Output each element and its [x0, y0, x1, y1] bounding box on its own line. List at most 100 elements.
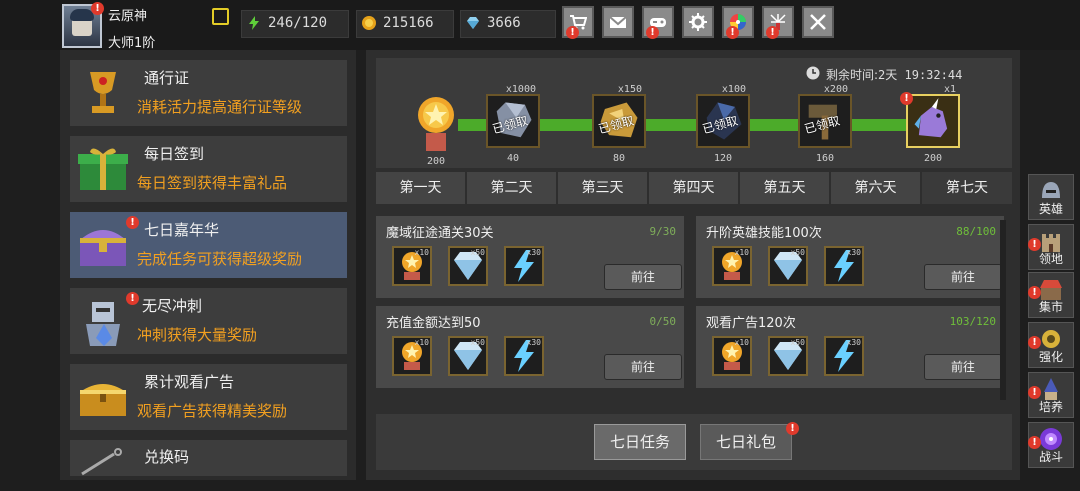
reward-quantity: x10 [734, 248, 749, 257]
milestone-reward[interactable]: x200 已领取 160 [798, 84, 852, 164]
tab-day-3[interactable]: 第三天 [558, 172, 647, 204]
reward-quantity: x10 [414, 338, 429, 347]
gold-value: 215166 [383, 15, 434, 31]
energy-icon [249, 16, 259, 30]
day-tabs: 第一天 第二天 第三天 第四天 第五天 第六天 第七天 [376, 172, 1012, 204]
quest-reward[interactable]: x30 [504, 246, 544, 286]
milestone-reward[interactable]: x1000 已领取 40 [486, 84, 540, 164]
reward-quantity: x10 [734, 338, 749, 347]
reward-quantity: x30 [846, 338, 861, 347]
quest-title: 魔域征途通关30关 [386, 226, 494, 241]
quest-reward[interactable]: x10 [712, 246, 752, 286]
reward-points: 40 [506, 153, 520, 164]
games-alert-badge: ! [646, 26, 659, 39]
mail-button[interactable] [602, 6, 634, 38]
bottom-tab-bar [376, 414, 1012, 470]
quest-list: 魔域征途通关30关 9/30 x10 x50 x30 前往 升阶英雄技能100次 88/100… [376, 212, 1012, 404]
settings-button[interactable] [682, 6, 714, 38]
tab-day-5[interactable]: 第五天 [740, 172, 829, 204]
battle-button[interactable] [802, 6, 834, 38]
knight-icon [86, 302, 120, 346]
quest-reward[interactable]: x50 [768, 336, 808, 376]
diamond-icon [467, 17, 479, 29]
quest-reward[interactable]: x30 [824, 336, 864, 376]
quest-card: 魔域征途通关30关 9/30 x10 x50 x30 前往 [376, 216, 684, 298]
settings-icon [689, 13, 707, 31]
milestone-reward[interactable]: x1 200 [906, 84, 960, 164]
tab-seven-day-tasks[interactable]: 七日任务 [594, 424, 686, 460]
go-button[interactable]: 前往 [604, 354, 682, 380]
sprint-alert-badge: ! [126, 292, 139, 305]
tab-day-2[interactable]: 第二天 [467, 172, 556, 204]
reward-points: 120 [713, 153, 733, 164]
event-item-endless-sprint[interactable]: 无尽冲刺 冲刺获得大量奖励 [70, 288, 347, 354]
reward-quantity: x50 [790, 338, 805, 347]
player-name: 云原神 [108, 9, 148, 24]
nav-helmet[interactable]: 英雄 [1028, 174, 1074, 220]
reward-points: 200 [923, 153, 943, 164]
event-title: 七日嘉年华 [144, 221, 220, 239]
event-subtitle: 每日签到获得丰富礼品 [137, 174, 288, 192]
event-item-pass[interactable]: 通行证 消耗活力提高通行证等级 [70, 60, 347, 126]
clock-icon [806, 66, 820, 80]
quest-reward[interactable]: x30 [824, 246, 864, 286]
tab-day-4[interactable]: 第四天 [649, 172, 738, 204]
gold-chest-icon [80, 384, 126, 416]
avatar-alert-badge: ! [91, 2, 104, 15]
reward-quantity: x30 [526, 338, 541, 347]
go-button[interactable]: 前往 [604, 264, 682, 290]
tab-day-6[interactable]: 第六天 [831, 172, 920, 204]
event-item-redeem-code[interactable]: 兑换码 [70, 440, 347, 476]
energy-resource: 246/120 [241, 10, 349, 38]
reward-quantity: x10 [414, 248, 429, 257]
chalice-icon [90, 72, 116, 113]
quest-card: 升阶英雄技能100次 88/100 x10 x50 x30 前往 [696, 216, 1004, 298]
quest-progress: 0/50 [649, 315, 677, 328]
quest-reward[interactable]: x10 [712, 336, 752, 376]
quest-reward[interactable]: x50 [448, 246, 488, 286]
gift-alert-badge: ! [786, 422, 799, 435]
go-button[interactable]: 前往 [924, 354, 1002, 380]
quest-reward[interactable]: x10 [392, 336, 432, 376]
start-points: 200 [426, 156, 446, 167]
quest-reward[interactable]: x50 [448, 336, 488, 376]
event-title: 兑换码 [144, 448, 190, 466]
edit-name-icon[interactable] [212, 8, 229, 25]
nav-label: 强化 [1038, 350, 1063, 364]
nav-alert-badge: ! [1028, 436, 1041, 449]
gold-coin-icon [362, 16, 376, 30]
tab-seven-day-gift[interactable]: 七日礼包 [700, 424, 792, 460]
nav-label: 集市 [1038, 300, 1063, 314]
quest-reward[interactable]: x10 [392, 246, 432, 286]
milestone-reward[interactable]: x150 已领取 80 [592, 84, 646, 164]
quest-progress: 9/30 [649, 225, 677, 238]
quest-card: 充值金额达到50 0/50 x10 x50 x30 前往 [376, 306, 684, 388]
reward-quantity: x1 [943, 84, 956, 95]
trophy-milestone-icon [418, 97, 454, 151]
quest-progress: 88/100 [956, 225, 996, 238]
quest-scrollbar[interactable] [1000, 220, 1006, 400]
quest-reward[interactable]: x50 [768, 246, 808, 286]
go-button[interactable]: 前往 [924, 264, 1002, 290]
nav-alert-badge: ! [1028, 386, 1041, 399]
quest-title: 升阶英雄技能100次 [706, 226, 822, 241]
event-title: 通行证 [144, 69, 190, 87]
event-subtitle: 消耗活力提高通行证等级 [137, 98, 303, 116]
event-subtitle: 观看广告获得精美奖励 [137, 402, 288, 420]
quest-progress: 103/120 [949, 315, 996, 328]
quest-reward[interactable]: x30 [504, 336, 544, 376]
energy-value: 246/120 [268, 15, 328, 31]
reward-quantity: x50 [470, 248, 485, 257]
milestone-reward[interactable]: x100 已领取 120 [696, 84, 750, 164]
carnival-alert-badge: ! [126, 216, 139, 229]
green-gift-icon [78, 148, 128, 190]
nav-alert-badge: ! [1028, 336, 1041, 349]
tab-day-1[interactable]: 第一天 [376, 172, 465, 204]
event-item-ad-watch[interactable]: 累计观看广告 观看广告获得精美奖励 [70, 364, 347, 430]
purple-unicorn-icon [914, 98, 948, 138]
key-icon [81, 448, 122, 476]
tab-day-7[interactable]: 第七天 [922, 172, 1012, 204]
event-item-seven-day-carnival[interactable]: 七日嘉年华 完成任务可获得超级奖励 [70, 212, 347, 278]
reward-quantity: x50 [470, 338, 485, 347]
event-item-daily-signin[interactable]: 每日签到 每日签到获得丰富礼品 [70, 136, 347, 202]
